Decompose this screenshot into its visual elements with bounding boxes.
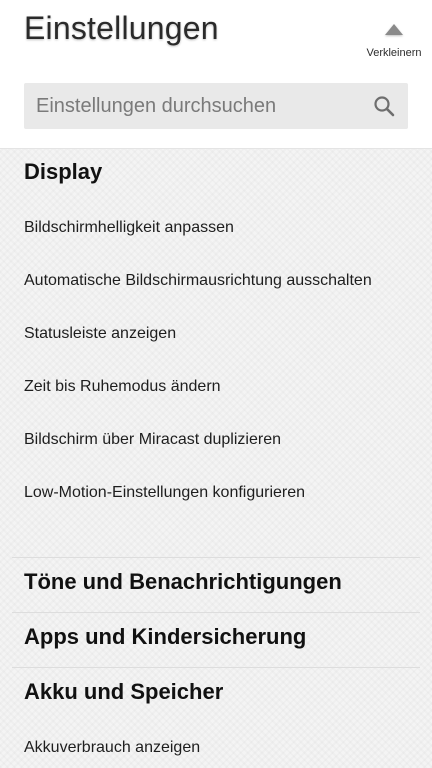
- section-title-sounds[interactable]: Töne und Benachrichtigungen: [24, 569, 342, 595]
- page-title: Einstellungen: [24, 10, 219, 46]
- search-input[interactable]: [36, 83, 356, 129]
- section-title-battery[interactable]: Akku und Speicher: [24, 679, 223, 705]
- section-title-apps[interactable]: Apps und Kindersicherung: [24, 624, 306, 650]
- collapse-label: Verkleinern: [366, 47, 422, 59]
- collapse-button[interactable]: Verkleinern: [360, 22, 428, 66]
- settings-item-brightness[interactable]: Bildschirmhelligkeit anpassen: [24, 219, 234, 237]
- header: Einstellungen Verkleinern: [0, 0, 432, 149]
- settings-item-low-motion[interactable]: Low-Motion-Einstellungen konfigurieren: [24, 484, 305, 502]
- settings-item-auto-rotation[interactable]: Automatische Bildschirmausrichtung aussc…: [24, 272, 372, 290]
- settings-item-sleep-timeout[interactable]: Zeit bis Ruhemodus ändern: [24, 378, 221, 396]
- section-title-display[interactable]: Display: [24, 159, 102, 185]
- divider: [12, 557, 420, 558]
- divider: [12, 612, 420, 613]
- search-icon[interactable]: [372, 94, 396, 118]
- settings-item-miracast[interactable]: Bildschirm über Miracast duplizieren: [24, 431, 281, 449]
- settings-item-battery-usage[interactable]: Akkuverbrauch anzeigen: [24, 739, 200, 757]
- divider: [12, 667, 420, 668]
- collapse-arrow-icon: [385, 24, 403, 35]
- search-bar[interactable]: [24, 83, 408, 129]
- settings-item-status-bar[interactable]: Statusleiste anzeigen: [24, 325, 176, 343]
- settings-list: Display Bildschirmhelligkeit anpassen Au…: [0, 149, 432, 768]
